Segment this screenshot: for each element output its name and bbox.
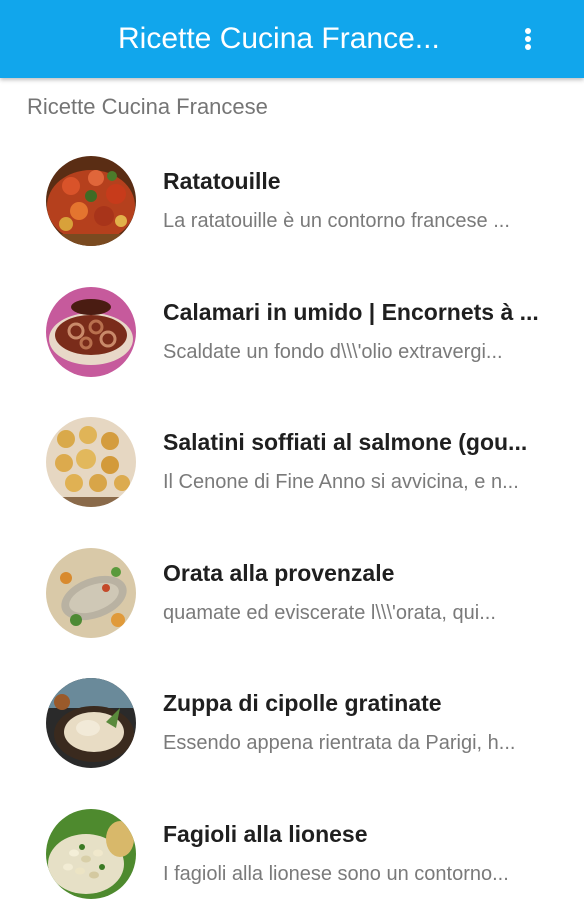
recipe-title: Fagioli alla lionese (163, 819, 557, 849)
recipe-snippet: La ratatouille è un contorno francese ..… (163, 207, 557, 235)
list-item[interactable]: Orata alla provenzale quamate ed eviscer… (0, 528, 584, 659)
recipe-snippet: Il Cenone di Fine Anno si avvicina, e n.… (163, 468, 557, 496)
more-vert-icon[interactable] (508, 14, 548, 64)
recipe-snippet: Essendo appena rientrata da Parigi, h... (163, 729, 557, 757)
recipe-snippet: Scaldate un fondo d\\\'olio extravergi..… (163, 338, 557, 366)
recipe-title: Ratatouille (163, 166, 557, 196)
list-item[interactable]: Zuppa di cipolle gratinate Essendo appen… (0, 658, 584, 789)
orata-thumbnail (46, 548, 136, 638)
zuppa-thumbnail (46, 678, 136, 768)
recipe-snippet: quamate ed eviscerate l\\\'orata, qui... (163, 599, 557, 627)
list-item[interactable]: Calamari in umido | Encornets à ... Scal… (0, 267, 584, 398)
list-item[interactable]: Fagioli alla lionese I fagioli alla lion… (0, 789, 584, 919)
recipe-snippet: I fagioli alla lionese sono un contorno.… (163, 860, 557, 888)
recipe-title: Orata alla provenzale (163, 558, 557, 588)
fagioli-thumbnail (46, 809, 136, 899)
list-item[interactable]: Salatini soffiati al salmone (gou... Il … (0, 397, 584, 528)
app-bar: Ricette Cucina France... (0, 0, 584, 78)
list-item[interactable]: Ratatouille La ratatouille è un contorno… (0, 136, 584, 267)
calamari-thumbnail (46, 287, 136, 377)
recipe-title: Calamari in umido | Encornets à ... (163, 297, 557, 327)
recipe-list: Ratatouille La ratatouille è un contorno… (0, 136, 584, 919)
app-title: Ricette Cucina France... (118, 0, 468, 78)
salatini-thumbnail (46, 417, 136, 507)
recipe-title: Salatini soffiati al salmone (gou... (163, 427, 557, 457)
section-header: Ricette Cucina Francese (27, 92, 268, 122)
ratatouille-thumbnail (46, 156, 136, 246)
recipe-title: Zuppa di cipolle gratinate (163, 688, 557, 718)
